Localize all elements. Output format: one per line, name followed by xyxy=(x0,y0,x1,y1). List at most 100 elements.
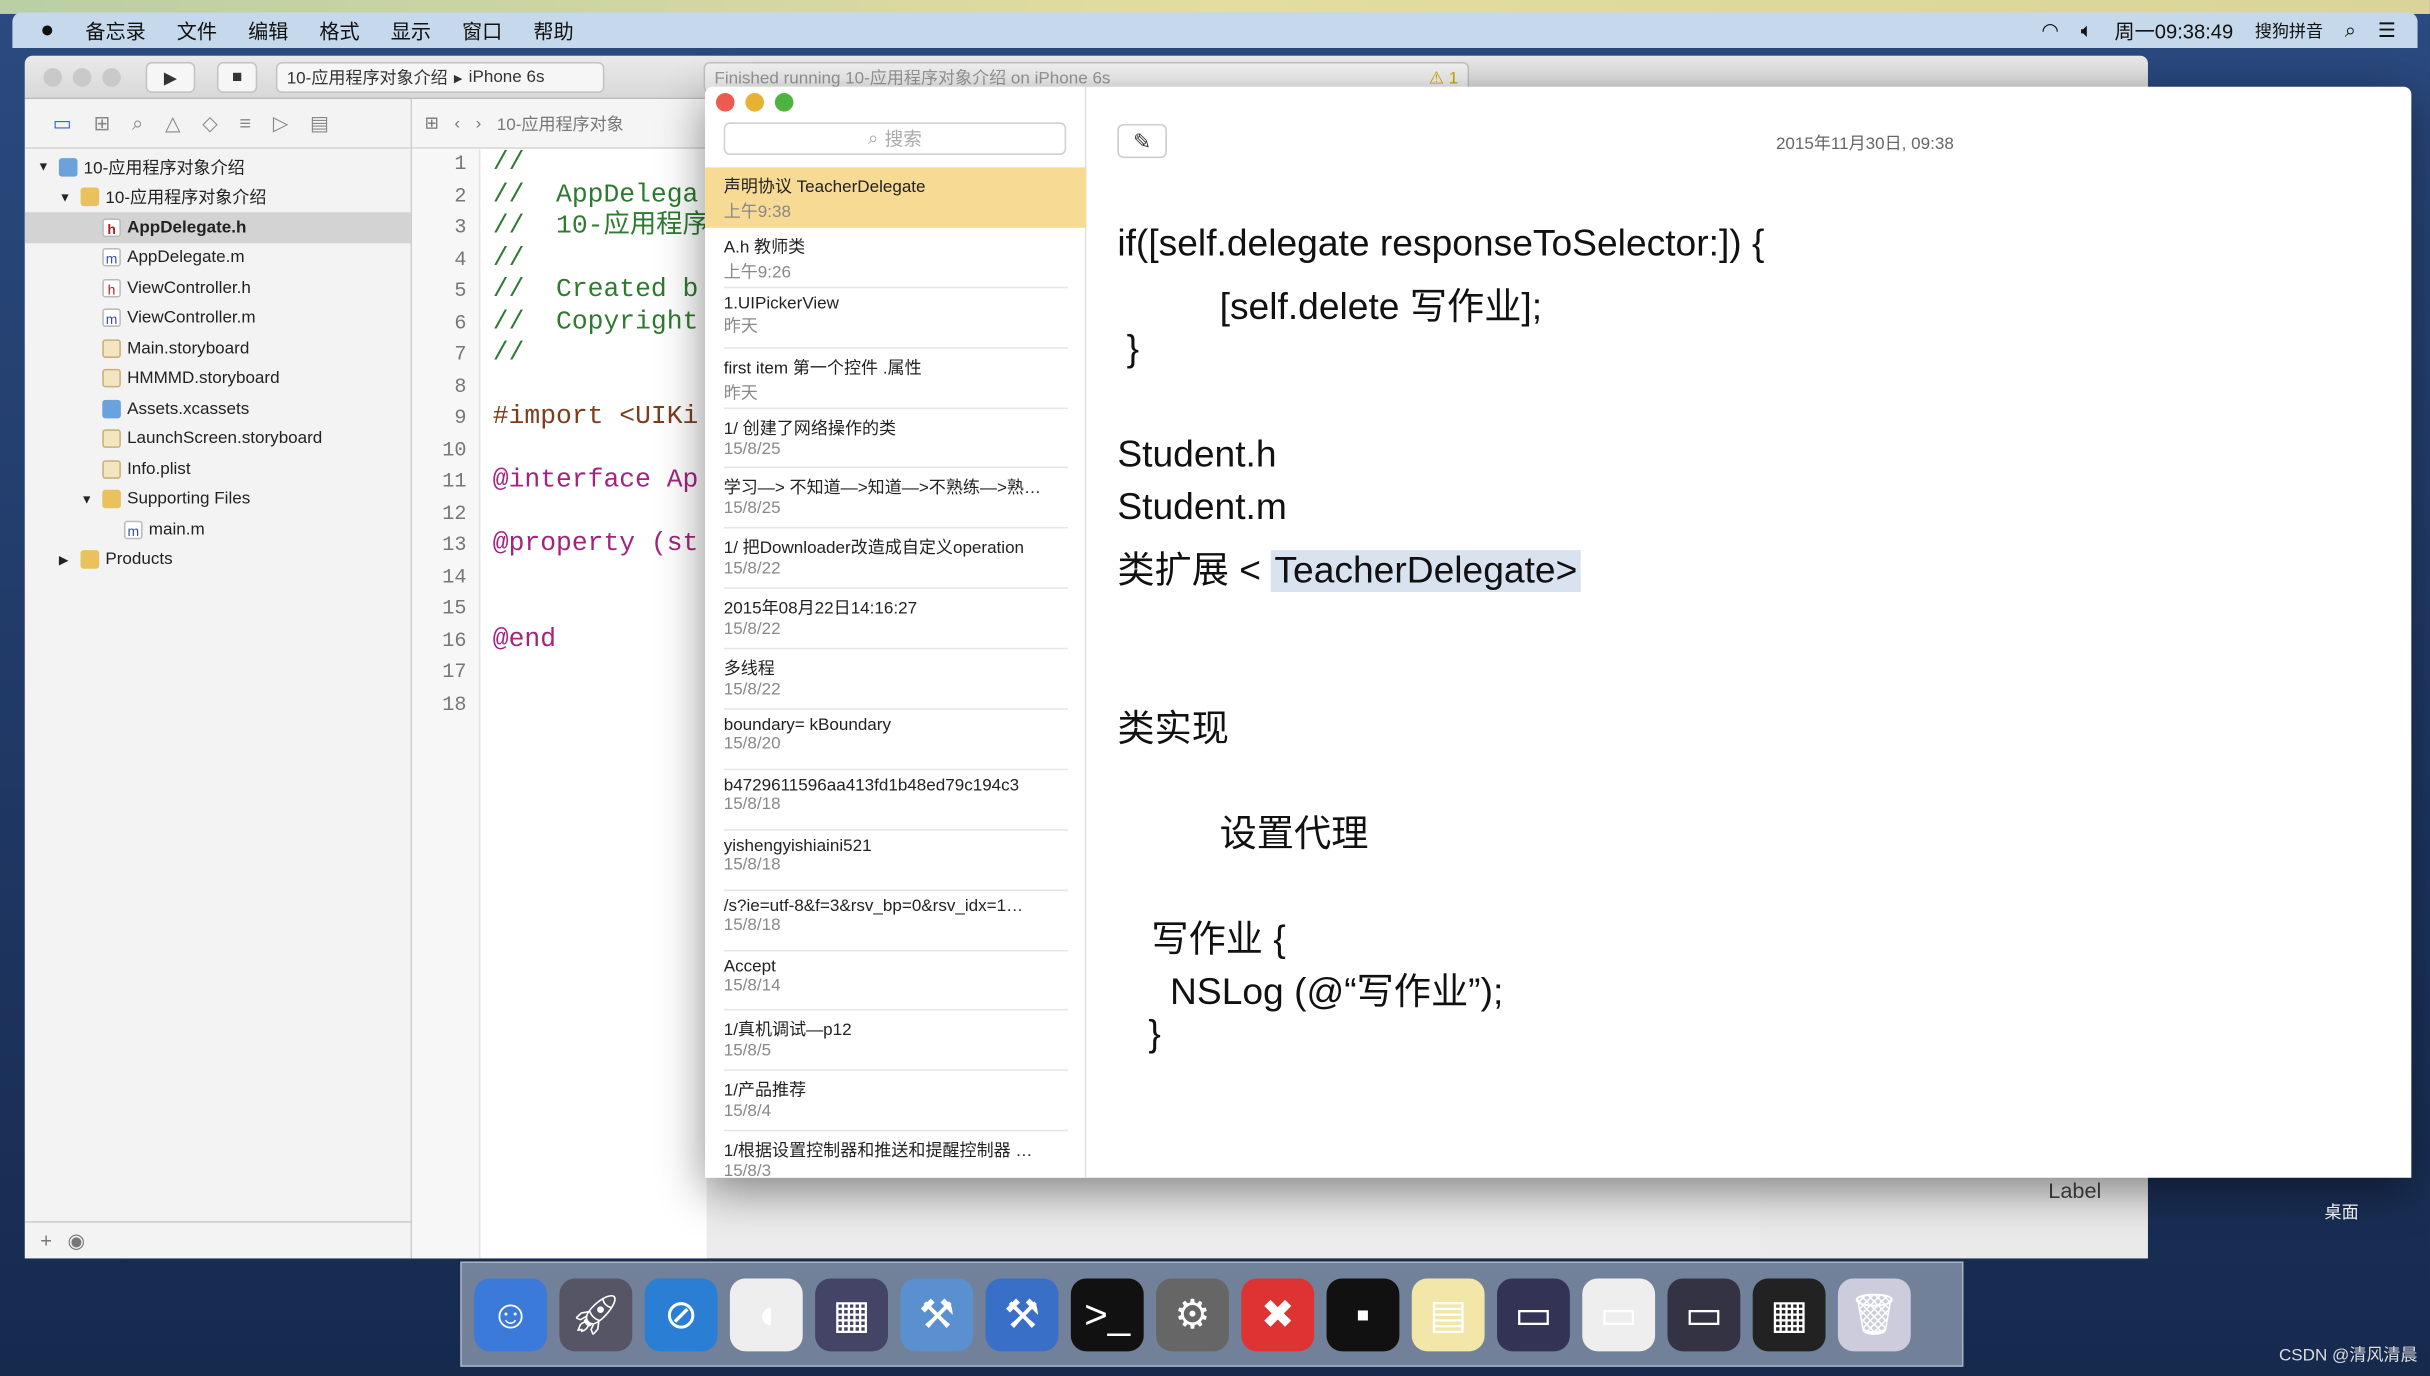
menu-6[interactable]: 帮助 xyxy=(533,15,573,44)
file-tree-item[interactable]: Assets.xcassets xyxy=(25,394,411,424)
note-list-item[interactable]: first item 第一个控件 .属性 昨天 xyxy=(705,348,1086,409)
note-list-item[interactable]: 学习—> 不知道—>知道—>不熟练—>熟… 15/8/25 xyxy=(705,469,1086,529)
scheme-selector[interactable]: 10-应用程序对象介绍 ▸ iPhone 6s xyxy=(275,61,605,93)
safari-icon[interactable]: ⊘ xyxy=(644,1277,718,1351)
h-file-icon: h xyxy=(102,218,121,237)
file-tree-item[interactable]: LaunchScreen.storyboard xyxy=(25,424,411,454)
wifi-icon[interactable]: ◠ xyxy=(2041,18,2059,43)
folder-file-icon xyxy=(102,490,121,509)
note-list-item[interactable]: 1/真机调试—p12 15/8/5 xyxy=(705,1011,1086,1072)
compose-icon[interactable]: ✎ xyxy=(1117,123,1167,159)
zoom-button[interactable] xyxy=(774,92,794,112)
disclosure-icon[interactable]: ▶ xyxy=(59,553,74,567)
selected-text: TeacherDelegate> xyxy=(1271,550,1581,592)
file-tree-item[interactable]: h ViewController.h xyxy=(25,273,411,303)
display-icon[interactable]: ▭ xyxy=(1667,1277,1741,1351)
note-list-item[interactable]: yishengyishiaini521 15/8/18 xyxy=(705,830,1086,891)
menu-3[interactable]: 格式 xyxy=(319,15,359,44)
note-list-item[interactable]: 1/ 把Downloader改造成自定义operation 15/8/22 xyxy=(705,529,1086,590)
filter-icon[interactable]: ◉ xyxy=(68,1228,86,1253)
disclosure-icon[interactable]: ▼ xyxy=(59,190,74,204)
note-list-item[interactable]: /s?ie=utf-8&f=3&rsv_bp=0&rsv_idx=1… 15/8/… xyxy=(705,891,1086,951)
note-list-item[interactable]: 1/根据设置控制器和推送和提醒控制器 … 15/8/3 xyxy=(705,1132,1086,1178)
desktop-label: 桌面 xyxy=(2324,1204,2359,1223)
xcode-icon[interactable]: ⚒ xyxy=(900,1277,974,1351)
note-line: 类扩展 < TeacherDelegate> xyxy=(1117,539,1581,593)
file-tree-item[interactable]: Info.plist xyxy=(25,454,411,484)
file-tree-item[interactable]: h AppDelegate.h xyxy=(24,212,411,243)
note-list-item[interactable]: 声明协议 TeacherDelegate 上午9:38 xyxy=(705,167,1087,228)
code-editor[interactable]: ⊞ ‹ › 10-应用程序对象 1 2 3 4 5 6 7 8 9 10 11 12 13 14 15 16 17 18… xyxy=(412,99,709,1259)
file-tree-item[interactable]: ▼ 10-应用程序对象介绍 xyxy=(25,182,411,212)
note-list-item[interactable]: Accept 15/8/14 xyxy=(705,951,1086,1011)
notes-icon[interactable]: ▤ xyxy=(1411,1277,1485,1351)
file-tree-item[interactable]: Main.storyboard xyxy=(25,333,411,363)
menu-1[interactable]: 文件 xyxy=(177,15,217,44)
preview-icon[interactable]: ▭ xyxy=(1582,1277,1656,1351)
note-list-item[interactable]: 1/ 创建了网络操作的类 15/8/25 xyxy=(705,408,1086,469)
search-input[interactable]: ⌕ 搜索 xyxy=(723,122,1067,155)
trash-icon[interactable]: 🗑︎ xyxy=(1837,1277,1911,1351)
line-number: 5 xyxy=(454,278,467,303)
close-button[interactable] xyxy=(715,92,735,112)
stop-button[interactable]: ■ xyxy=(216,61,258,93)
run-button[interactable]: ▶ xyxy=(145,61,196,93)
file-tree-item[interactable]: ▼ 10-应用程序对象介绍 xyxy=(25,152,411,182)
line-number: 17 xyxy=(442,660,467,684)
system-preferences-icon[interactable]: ⚙ xyxy=(1156,1277,1229,1351)
note-list-item[interactable]: A.h 教师类 上午9:26 xyxy=(705,228,1086,288)
file-tree-item[interactable]: ▼ Supporting Files xyxy=(25,484,411,514)
note-list-item[interactable]: b4729611596aa413fd1b48ed79c194c3 15/8/18 xyxy=(705,770,1086,831)
jump-bar[interactable]: ⊞ ‹ › 10-应用程序对象 xyxy=(412,99,707,149)
file-tree-item[interactable]: m main.m xyxy=(25,515,411,545)
note-list-item[interactable]: 1.UIPickerView 昨天 xyxy=(705,288,1086,349)
line-numbers: 1 2 3 4 5 6 7 8 9 10 11 12 13 14 15 16 17 18 xyxy=(412,148,481,1259)
note-editor[interactable]: ✎ 2015年11月30日, 09:38 if([self.delegate r… xyxy=(1086,87,2411,1178)
note-line: 写作业 { xyxy=(1151,918,1286,961)
xmind-icon[interactable]: ✖ xyxy=(1241,1277,1315,1351)
close-button[interactable] xyxy=(43,68,62,87)
disclosure-icon[interactable]: ▼ xyxy=(37,160,52,174)
photo-booth-icon[interactable]: ▦ xyxy=(815,1277,888,1351)
disclosure-icon[interactable]: ▼ xyxy=(81,492,96,506)
volume-icon[interactable]: 🔈︎ xyxy=(2081,18,2093,43)
warning-icon[interactable]: ⚠ 1 xyxy=(1429,67,1459,88)
input-method[interactable]: 搜狗拼音 xyxy=(2255,18,2323,43)
navigator-tabs[interactable]: ▭ ⊞ ⌕ △ ◇ ≡ ▷ ▤ xyxy=(24,99,411,149)
note-list-item[interactable]: 2015年08月22日14:16:27 15/8/22 xyxy=(705,589,1086,650)
code-text[interactable]: //// AppDelega// 10-应用程序//// Created b//… xyxy=(493,149,709,721)
launchpad-icon[interactable]: 🚀︎ xyxy=(559,1277,633,1351)
project-file-icon xyxy=(58,157,78,177)
instruments-icon[interactable]: ⚒ xyxy=(985,1277,1059,1351)
code-line: // Created b xyxy=(492,275,699,306)
zoom-button[interactable] xyxy=(102,68,121,87)
menu-2[interactable]: 编辑 xyxy=(248,15,288,44)
spotlight-icon[interactable]: ⌕ xyxy=(2345,18,2356,43)
calculator-icon[interactable]: ▦ xyxy=(1752,1277,1826,1351)
mouse-icon[interactable]: ◖ xyxy=(729,1277,803,1351)
file-tree-item[interactable]: HMMMD.storyboard xyxy=(25,363,411,393)
code-line: @end xyxy=(492,625,557,655)
minimize-button[interactable] xyxy=(745,92,765,112)
notification-center-icon[interactable]: ☰ xyxy=(2378,18,2396,43)
add-button[interactable]: + xyxy=(40,1229,52,1252)
menu-5[interactable]: 窗口 xyxy=(462,15,502,44)
finder-icon[interactable]: ☺ xyxy=(474,1277,548,1351)
file-tree-item[interactable]: ▶ Products xyxy=(25,545,411,575)
sb-file-icon xyxy=(102,459,121,479)
menu-0[interactable]: 备忘录 xyxy=(85,15,145,44)
clock[interactable]: 周一09:38:49 xyxy=(2114,15,2233,44)
terminal-icon[interactable]: >_ xyxy=(1070,1277,1144,1351)
minimize-button[interactable] xyxy=(72,68,92,87)
file-tree-item[interactable]: m ViewController.m xyxy=(25,303,411,333)
notes-window: ⌕ 搜索 声明协议 TeacherDelegate 上午9:38 A.h 教师类 上午9… xyxy=(705,86,2412,1178)
note-list-item[interactable]: boundary= kBoundary 15/8/20 xyxy=(705,710,1086,770)
note-list-item[interactable]: 多线程 15/8/22 xyxy=(705,650,1086,710)
console-icon[interactable]: ▪ xyxy=(1326,1277,1400,1351)
apple-menu-icon[interactable]: ● xyxy=(40,17,54,43)
menu-4[interactable]: 显示 xyxy=(391,15,431,44)
file-tree-item[interactable]: m AppDelegate.m xyxy=(25,243,411,273)
screens-icon[interactable]: ▭ xyxy=(1497,1277,1570,1351)
note-list-item[interactable]: 1/产品推荐 15/8/4 xyxy=(705,1071,1086,1132)
